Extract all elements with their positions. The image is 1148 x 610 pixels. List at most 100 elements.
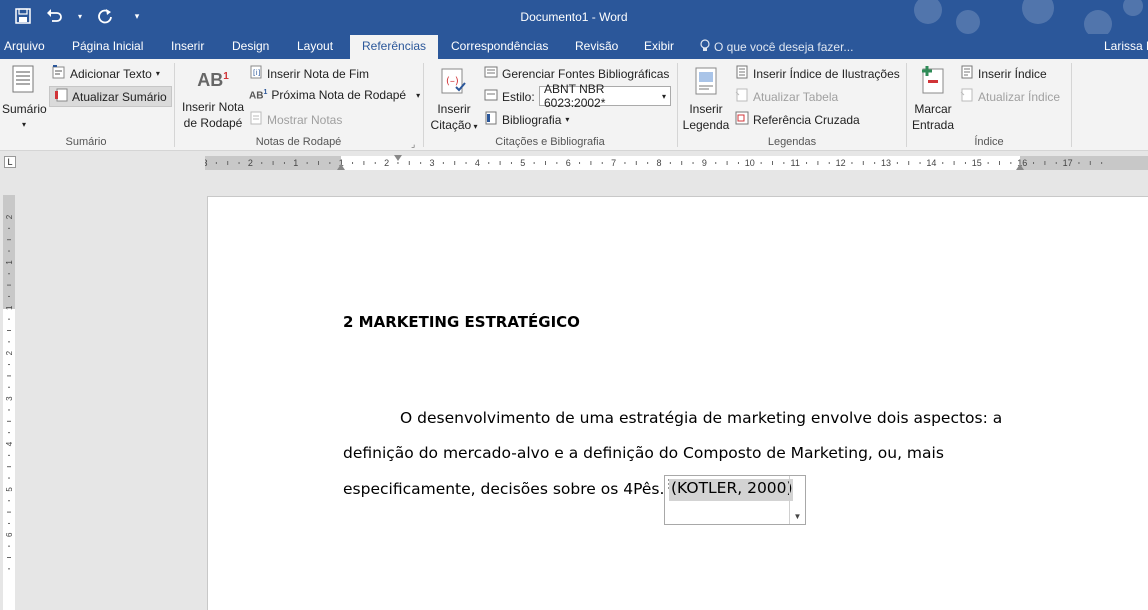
ruler-area: L 3211234567891011121314151617 [0,151,1148,173]
inserir-citacao-label-2: Citação [430,118,472,132]
sumario-button[interactable]: Sumário ▾ [2,65,47,133]
atualizar-indice-button[interactable]: Atualizar Índice [960,88,1060,105]
cross-reference-icon [735,111,749,128]
group-divider [1071,63,1072,147]
ruler-number: 4 [5,441,14,446]
ruler-number: 4 [475,158,480,168]
update-index-icon [960,88,974,105]
table-of-contents-icon [2,65,46,99]
tab-design[interactable]: Design [232,39,269,53]
tab-revisao[interactable]: Revisão [575,39,618,53]
ruler-ticks: 3211234567891011121314151617 [205,158,1103,168]
group-label-sumario: Sumário [65,136,107,148]
gerenciar-fontes-button[interactable]: Gerenciar Fontes Bibliográficas [484,65,669,82]
paragraph-line-3: especificamente, decisões sobre os 4Pês. [343,480,665,498]
inserir-legenda-label-1: Inserir [689,102,723,116]
ruler-number: 2 [5,350,14,355]
ruler-number: 5 [5,487,14,492]
citation-text[interactable]: (KOTLER, 2000) [669,479,793,501]
document-page[interactable]: 2 MARKETING ESTRATÉGICO O desenvolviment… [207,196,1148,610]
ruler-number: 7 [611,158,616,168]
ruler-number: 6 [5,532,14,537]
manage-sources-icon [484,65,498,82]
referencia-cruzada-label: Referência Cruzada [753,112,860,127]
mostrar-notas-label: Mostrar Notas [267,112,343,127]
next-footnote-icon: AB1 [249,88,268,102]
atualizar-tabela-button[interactable]: Atualizar Tabela [735,88,838,105]
ruler-number: 2 [5,214,14,219]
chevron-down-icon: ▾ [155,69,160,78]
atualizar-sumario-button[interactable]: Atualizar Sumário [49,86,172,107]
tab-arquivo[interactable]: Arquivo [4,39,45,53]
insert-citation-icon: (–) [428,67,480,99]
tell-me-text: O que você deseja fazer... [714,40,854,54]
bibliografia-button[interactable]: Bibliografia ▾ [484,111,569,128]
update-table-icon [735,88,749,105]
ribbon-tabs: Arquivo Página Inicial Inserir Design La… [0,34,1148,59]
chevron-down-icon: ▾ [565,115,570,124]
style-icon [484,88,498,105]
inserir-nota-rodape-button[interactable]: AB1 Inserir Nota de Rodapé [180,69,246,131]
ruler-number: 6 [566,158,571,168]
inserir-citacao-label-1: Inserir [437,102,471,116]
adicionar-texto-button[interactable]: Adicionar Texto ▾ [52,65,160,82]
ruler-number: 1 [5,260,14,265]
tab-correspondencias[interactable]: Correspondências [451,39,548,53]
bibliografia-label: Bibliografia [502,112,562,127]
footnote-icon: AB1 [197,70,229,90]
citation-content-control[interactable]: (KOTLER, 2000) ▼ [664,475,806,525]
endnote-icon: [i] [249,65,263,82]
mostrar-notas-button[interactable]: Mostrar Notas [249,111,342,128]
ruler-number: 1 [293,158,298,168]
group-label-notas: Notas de Rodapé [255,136,342,148]
estilo-select[interactable]: ABNT NBR 6023:2002* ▾ [539,82,671,110]
title-bar: ▾ ▾ Documento1 - Word [0,0,1148,34]
ruler-number: 8 [656,158,661,168]
inserir-indice-ilustracoes-label: Inserir Índice de Ilustrações [753,66,900,81]
tab-referencias[interactable]: Referências [350,35,439,59]
citation-dropdown-icon[interactable]: ▼ [789,476,805,524]
adicionar-texto-label: Adicionar Texto [70,66,152,81]
ruler-number: 3 [5,396,14,401]
inserir-indice-button[interactable]: Inserir Índice [960,65,1047,82]
vertical-ruler[interactable]: 2 1 1 2 3 4 5 6 [3,195,15,610]
tab-exibir[interactable]: Exibir [644,39,674,53]
dialog-launcher-icon[interactable]: ⌟ [411,139,415,150]
inserir-citacao-label-2-wrap: Citação ▾ [428,117,480,135]
marcar-entrada-label-2: Entrada [911,118,955,132]
tell-me-box[interactable]: O que você deseja fazer... [700,39,853,55]
tab-layout[interactable]: Layout [297,39,333,53]
right-indent-marker[interactable] [1016,164,1024,170]
proxima-nota-label: Próxima Nota de Rodapé [271,88,407,102]
first-line-indent-marker[interactable] [394,155,402,161]
marcar-entrada-button[interactable]: Marcar Entrada [910,65,956,133]
tab-pagina-inicial[interactable]: Página Inicial [72,39,143,53]
referencia-cruzada-button[interactable]: Referência Cruzada [735,111,860,128]
group-divider [677,63,678,147]
hanging-indent-marker[interactable] [337,164,345,170]
tab-selector[interactable]: L [4,156,16,168]
group-label-indice: Índice [974,136,1004,148]
paragraph-line-2: definição do mercado-alvo e a definição … [343,444,944,462]
inserir-nota-fim-button[interactable]: [i] Inserir Nota de Fim [249,65,369,82]
group-divider [174,63,175,147]
estilo-label-wrap: Estilo: [484,88,535,105]
estilo-value: ABNT NBR 6023:2002* [544,82,606,110]
sumario-label: Sumário [2,102,47,116]
ruler-number: 13 [881,158,891,168]
horizontal-ruler[interactable]: 3211234567891011121314151617 [205,155,1148,170]
ruler-number: 3 [429,158,434,168]
inserir-indice-ilustracoes-button[interactable]: Inserir Índice de Ilustrações [735,65,900,82]
inserir-nota-label-1: Inserir Nota [181,100,245,114]
svg-text:[i]: [i] [253,69,261,77]
inserir-legenda-button[interactable]: Inserir Legenda [681,67,731,133]
proxima-nota-button[interactable]: AB1 Próxima Nota de Rodapé ▾ [249,88,420,102]
update-toc-icon [54,88,68,105]
ribbon-referencias: Sumário ▾ Adicionar Texto ▾ Atualizar Su… [0,59,1148,151]
user-name[interactable]: Larissa K [1104,39,1148,53]
marcar-entrada-label-1: Marcar [914,102,952,116]
inserir-citacao-button[interactable]: (–) Inserir Citação ▾ [428,67,480,135]
insert-index-icon [960,65,974,82]
inserir-nota-fim-label: Inserir Nota de Fim [267,66,370,81]
tab-inserir[interactable]: Inserir [171,39,204,53]
